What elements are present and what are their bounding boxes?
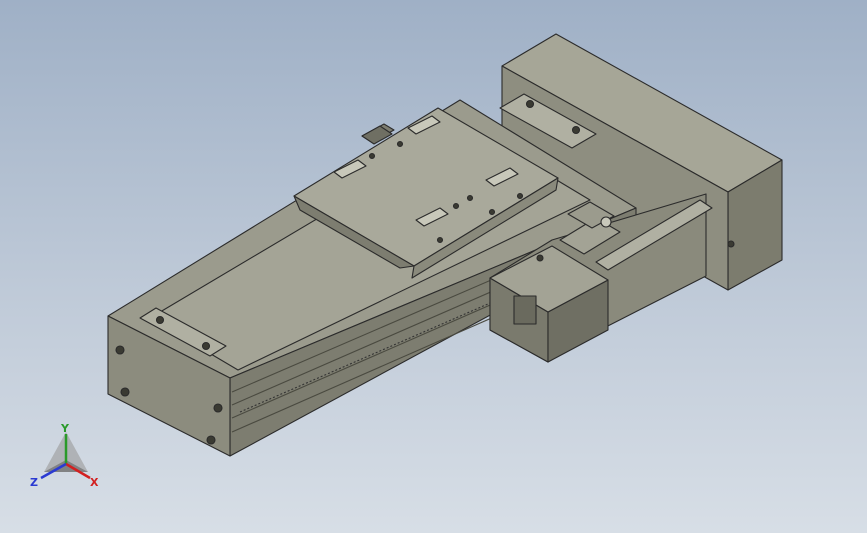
3d-viewport[interactable]: Y X Z (0, 0, 867, 533)
z-axis-label: Z (30, 476, 38, 489)
x-axis-label: X (90, 476, 99, 489)
linear-actuator-model[interactable] (0, 0, 867, 533)
axis-triad: Y X Z (30, 422, 99, 489)
y-axis-label: Y (60, 422, 70, 435)
